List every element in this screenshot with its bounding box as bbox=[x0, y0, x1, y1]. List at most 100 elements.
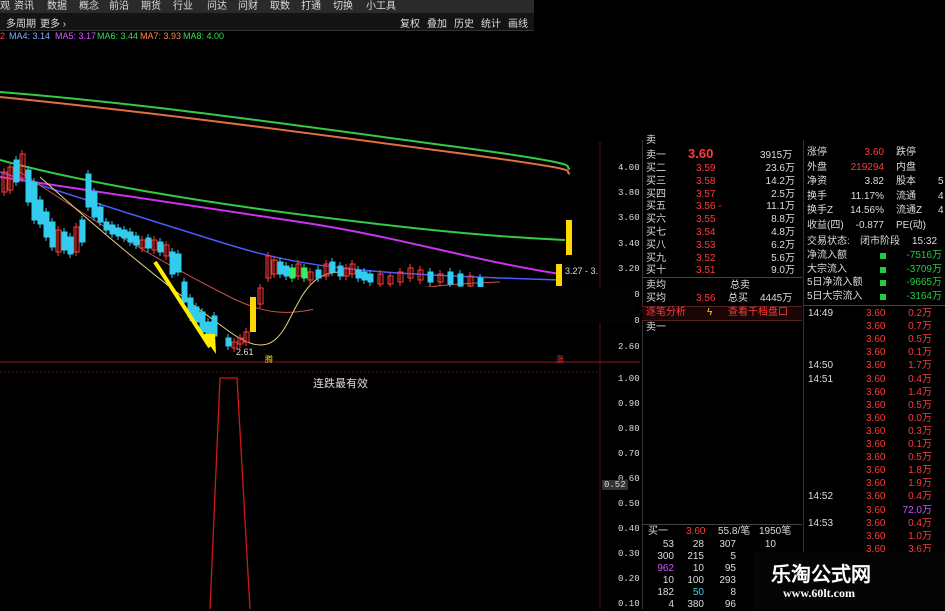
tick-volume: 0.5万 bbox=[908, 399, 932, 411]
tick-volume: 0.5万 bbox=[908, 334, 932, 346]
menu-item[interactable]: 观 bbox=[0, 0, 10, 13]
buy-level-price: 3.52 bbox=[696, 252, 716, 264]
price-tick: 3.20 bbox=[618, 264, 640, 274]
chevron-right-icon: › bbox=[62, 19, 67, 30]
indicator-tick: 0.50 bbox=[618, 499, 640, 509]
view-depth-button[interactable]: 查看千档盘口 bbox=[728, 307, 788, 319]
stat-label: 流通Z bbox=[896, 205, 923, 216]
buy-level-price: 3.51 bbox=[696, 265, 716, 277]
tick-time: 14:51 bbox=[808, 373, 834, 385]
stat-label: 收益(四) bbox=[807, 219, 844, 231]
toolbar-button[interactable]: 历史 bbox=[454, 15, 474, 30]
queue-cell: 962 bbox=[657, 563, 674, 574]
divider bbox=[803, 305, 945, 306]
sell-header: 卖 bbox=[646, 135, 656, 146]
menu-item[interactable]: 小工具 bbox=[366, 0, 396, 13]
buy-level-volume: 4.8万 bbox=[771, 227, 795, 238]
menu-item[interactable]: 概念 bbox=[79, 0, 99, 13]
more-button[interactable]: 更多 › bbox=[40, 15, 66, 30]
buy-level-label: 买三 bbox=[646, 175, 666, 187]
crosshair-price-label: 3.27 - 3. bbox=[565, 266, 599, 276]
flow-value: -7516万 bbox=[906, 250, 942, 261]
buy-level-label: 买五 bbox=[646, 201, 666, 213]
divider bbox=[642, 277, 802, 278]
ma-label: MA4: 3.14 bbox=[9, 31, 51, 41]
stat-value: 3.82 bbox=[864, 176, 884, 187]
indicator-title: 连跌最有效 bbox=[313, 378, 368, 390]
price-tick: 2.60 bbox=[618, 342, 640, 352]
indicator-tick: 0.90 bbox=[618, 399, 640, 409]
menu-item[interactable]: 行业 bbox=[173, 0, 193, 13]
bottom-bid-price: 3.60 bbox=[686, 526, 706, 537]
buy-level-price: 3.53 bbox=[696, 239, 716, 251]
tick-volume: 0.0万 bbox=[908, 412, 932, 424]
queue-cell: 182 bbox=[657, 587, 674, 598]
tick-volume: 1.7万 bbox=[908, 360, 932, 372]
stat-value: -0.877 bbox=[855, 219, 884, 231]
buy-level-volume: 6.2万 bbox=[771, 239, 795, 251]
avg-buy-label: 买均 bbox=[646, 293, 666, 304]
total-sell-label: 总卖 bbox=[730, 280, 750, 291]
kline-chart[interactable] bbox=[0, 42, 640, 609]
queue-cell: 10 bbox=[764, 539, 776, 550]
tick-volume: 0.2万 bbox=[908, 308, 932, 319]
tick-volume: 0.5万 bbox=[908, 452, 932, 464]
menu-item[interactable]: 期货 bbox=[141, 0, 161, 13]
tick-volume: 1.4万 bbox=[908, 386, 932, 398]
queue-cell: 8 bbox=[730, 587, 736, 598]
total-buy-value: 4445万 bbox=[760, 293, 793, 304]
queue-cell: 380 bbox=[687, 599, 704, 610]
tick-price: 3.60 bbox=[866, 360, 886, 372]
tick-price: 3.60 bbox=[866, 491, 886, 503]
tick-analysis-button[interactable]: 逐笔分析 bbox=[646, 307, 686, 319]
stat-value: 4 bbox=[938, 205, 944, 216]
period-button[interactable]: 多周期 bbox=[6, 15, 36, 30]
ma-label: MA5: 3.17 bbox=[55, 31, 97, 41]
buy-level-volume: 14.2万 bbox=[765, 175, 795, 187]
avg-sell-label: 卖均 bbox=[646, 280, 666, 291]
toolbar-button[interactable]: 叠加 bbox=[427, 15, 447, 30]
menu-item[interactable]: 前沿 bbox=[109, 0, 129, 13]
menu-item[interactable]: 切换 bbox=[333, 0, 353, 13]
flow-label: 5日净流入额 bbox=[807, 277, 863, 288]
menu-item[interactable]: 问达 bbox=[207, 0, 227, 13]
stat-label: 流通 bbox=[896, 190, 916, 202]
menu-item[interactable]: 问财 bbox=[238, 0, 258, 13]
toolbar-button[interactable]: 统计 bbox=[481, 15, 501, 30]
indicator-tick: 0.70 bbox=[618, 449, 640, 459]
menu-item[interactable]: 打通 bbox=[301, 0, 321, 13]
queue-cell: 215 bbox=[687, 551, 704, 562]
buy-level-price: 3.55 bbox=[696, 214, 716, 226]
buy-level-label: 买九 bbox=[646, 252, 666, 264]
ma-label: MA6: 3.44 bbox=[97, 31, 139, 41]
stat-label: 净资 bbox=[807, 176, 827, 187]
stat-label: 换手Z bbox=[807, 205, 834, 216]
stat-label: 跌停 bbox=[896, 147, 916, 158]
menu-item[interactable]: 取数 bbox=[270, 0, 290, 13]
watermark-url: www.60lt.com bbox=[783, 586, 855, 600]
toolbar-button[interactable]: 画线 bbox=[508, 15, 528, 30]
buy-level-volume: 2.5万 bbox=[771, 188, 795, 200]
trade-status-time: 15:32 bbox=[912, 236, 938, 247]
trade-status-label: 交易状态: bbox=[807, 236, 850, 247]
queue-cell: 50 bbox=[692, 587, 704, 598]
menu-item[interactable]: 数据 bbox=[47, 0, 67, 13]
tick-price: 3.60 bbox=[866, 386, 886, 398]
trade-status-value: 闭市阶段 bbox=[860, 236, 900, 247]
flow-bar bbox=[880, 280, 886, 286]
low-price-label: 2.61 bbox=[236, 347, 254, 357]
tag-right: 涨 bbox=[556, 355, 564, 364]
menu-item[interactable]: 资讯 bbox=[14, 0, 34, 13]
queue-cell: 4 bbox=[668, 599, 674, 610]
tick-time: 14:52 bbox=[808, 491, 834, 503]
blank-overlay bbox=[313, 287, 635, 323]
toolbar-button[interactable]: 复权 bbox=[400, 15, 420, 30]
buy-level-price: 3.56 - bbox=[696, 201, 722, 213]
queue-cell: 5 bbox=[730, 551, 736, 562]
tick-volume: 1.8万 bbox=[908, 465, 932, 477]
tick-time: 14:49 bbox=[808, 308, 834, 319]
queue-cell: 293 bbox=[719, 575, 736, 586]
flow-value: -3164万 bbox=[906, 290, 942, 302]
queue-cell: 96 bbox=[724, 599, 736, 610]
tick-volume: 0.1万 bbox=[908, 439, 932, 450]
